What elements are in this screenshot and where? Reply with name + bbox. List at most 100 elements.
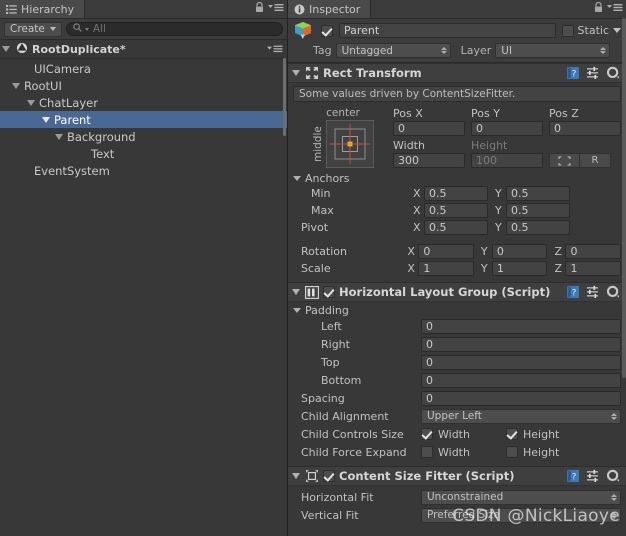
scene-expand-triangle-icon[interactable] (2, 46, 10, 52)
lock-icon[interactable] (255, 1, 264, 13)
raw-edit-button[interactable]: R (580, 153, 611, 168)
child-alignment-value: Upper Left (427, 410, 482, 422)
hierarchy-tabbar: Hierarchy (0, 0, 287, 19)
preset-icon[interactable] (586, 66, 600, 83)
padding-top-input[interactable]: 0 (421, 354, 621, 370)
child-controls-width-label: Width (438, 427, 470, 441)
rotation-row: Rotation X 0 Y 0 Z 0 (293, 243, 621, 260)
gear-icon[interactable] (606, 285, 621, 302)
scene-menu-icon[interactable] (267, 44, 283, 54)
rotation-x-input[interactable]: 0 (418, 244, 474, 259)
help-book-icon[interactable]: ? (566, 66, 580, 83)
blueprint-mode-button[interactable] (549, 153, 580, 168)
collapse-triangle-icon[interactable] (292, 70, 300, 76)
anchor-preset-widget[interactable]: center middle (293, 106, 393, 168)
help-book-icon[interactable]: ? (566, 285, 580, 302)
expand-triangle-icon[interactable] (27, 99, 35, 106)
hierarchy-row-chatlayer[interactable]: ChatLayer (0, 94, 287, 111)
hierarchy-row-parent[interactable]: Parent (0, 111, 287, 128)
hierarchy-row-background[interactable]: Background (0, 128, 287, 145)
anchor-preset-diagram[interactable] (326, 120, 374, 168)
component-enabled-checkbox[interactable] (323, 286, 335, 298)
horizontal-fit-dropdown[interactable]: Unconstrained (421, 489, 621, 505)
gear-icon[interactable] (606, 66, 621, 83)
hierarchy-row-eventsystem[interactable]: EventSystem (0, 162, 287, 179)
spacing-input[interactable]: 0 (421, 390, 621, 406)
width-input[interactable]: 300 (393, 153, 465, 168)
tag-dropdown[interactable]: Untagged (335, 43, 451, 58)
scale-z-input[interactable]: 1 (565, 261, 621, 276)
padding-bottom-input[interactable]: 0 (421, 372, 621, 388)
lock-icon[interactable] (594, 1, 603, 13)
child-force-height-group: Height (506, 446, 591, 459)
static-chevron-down-icon[interactable] (613, 28, 621, 33)
child-alignment-dropdown[interactable]: Upper Left (421, 408, 621, 424)
component-enabled-checkbox[interactable] (323, 470, 335, 482)
collapse-triangle-icon[interactable] (292, 289, 300, 295)
tab-inspector[interactable]: Inspector (288, 0, 372, 18)
create-button[interactable]: Create (4, 21, 62, 37)
hierarchy-row-text[interactable]: Text (0, 145, 287, 162)
hamburger-menu-icon[interactable] (268, 2, 284, 13)
layer-dropdown[interactable]: UI (495, 43, 611, 58)
child-force-width-checkbox[interactable] (421, 446, 433, 458)
child-controls-width-checkbox[interactable] (421, 428, 433, 440)
pos-z-input[interactable]: 0 (549, 121, 621, 136)
pos-y-input[interactable]: 0 (471, 121, 543, 136)
expand-triangle-icon[interactable] (42, 116, 50, 123)
object-active-checkbox[interactable] (321, 24, 333, 37)
scene-root-row[interactable]: RootDuplicate* (0, 40, 287, 59)
expand-triangle-icon[interactable] (12, 82, 20, 89)
static-label: Static (577, 24, 609, 37)
dropdown-arrows-icon (611, 412, 617, 420)
collapse-triangle-icon[interactable] (292, 473, 300, 479)
child-controls-height-checkbox[interactable] (506, 428, 518, 440)
search-input[interactable]: All (65, 22, 283, 36)
anchors-triangle-icon[interactable] (293, 176, 301, 181)
axis-y-label: Y (495, 204, 502, 217)
tab-hierarchy[interactable]: Hierarchy (0, 0, 86, 18)
rotation-y-input[interactable]: 0 (491, 244, 548, 259)
component-header-rect-transform[interactable]: Rect Transform ? (288, 63, 626, 83)
pivot-x-input[interactable]: 0.5 (424, 220, 488, 235)
component-title: Content Size Fitter (Script) (339, 469, 515, 483)
preset-icon[interactable] (586, 285, 600, 302)
inspector-scrollbar-thumb[interactable] (622, 18, 626, 378)
padding-triangle-icon[interactable] (293, 308, 301, 313)
hierarchy-row-uicamera[interactable]: UICamera (0, 60, 287, 77)
static-checkbox[interactable] (561, 24, 574, 37)
anchors-foldout[interactable]: Anchors (293, 172, 621, 185)
component-header-actions: ? (566, 66, 621, 83)
anchor-min-y-input[interactable]: 0.5 (506, 186, 570, 201)
anchor-min-x-input[interactable]: 0.5 (424, 186, 488, 201)
vertical-fit-dropdown[interactable]: Preferred Size (421, 507, 621, 523)
hierarchy-scrollbar[interactable] (283, 58, 286, 136)
gear-icon[interactable] (606, 469, 621, 486)
help-book-icon[interactable]: ? (566, 469, 580, 486)
scale-label: Scale (301, 262, 331, 275)
anchor-max-x-input[interactable]: 0.5 (424, 203, 488, 218)
child-controls-height-group: Height (506, 428, 591, 441)
inspector-scrollbar[interactable] (622, 18, 626, 536)
child-force-height-checkbox[interactable] (506, 446, 518, 458)
object-name-input[interactable]: Parent (339, 23, 556, 38)
expand-triangle-icon[interactable] (55, 133, 63, 140)
anchor-max-row: Max X 0.5 Y 0.5 (293, 202, 621, 219)
padding-foldout[interactable]: Padding (293, 304, 621, 317)
padding-left-input[interactable]: 0 (421, 318, 621, 334)
pos-x-input[interactable]: 0 (393, 121, 465, 136)
search-filter-chevron-icon[interactable] (84, 27, 89, 31)
preset-icon[interactable] (586, 469, 600, 486)
pivot-y-input[interactable]: 0.5 (506, 220, 570, 235)
hamburger-menu-icon[interactable] (607, 2, 623, 13)
component-header-content-size-fitter[interactable]: Content Size Fitter (Script) ? (288, 466, 626, 486)
padding-left-label: Left (321, 319, 342, 333)
anchor-max-y-input[interactable]: 0.5 (506, 203, 570, 218)
scale-x-input[interactable]: 1 (418, 261, 474, 276)
scale-y-input[interactable]: 1 (491, 261, 548, 276)
rotation-z-input[interactable]: 0 (565, 244, 621, 259)
component-header-horizontal-layout-group[interactable]: Horizontal Layout Group (Script) ? (288, 282, 626, 302)
hierarchy-row-rootui[interactable]: RootUI (0, 77, 287, 94)
height-input: 100 (471, 153, 543, 168)
padding-right-input[interactable]: 0 (421, 336, 621, 352)
